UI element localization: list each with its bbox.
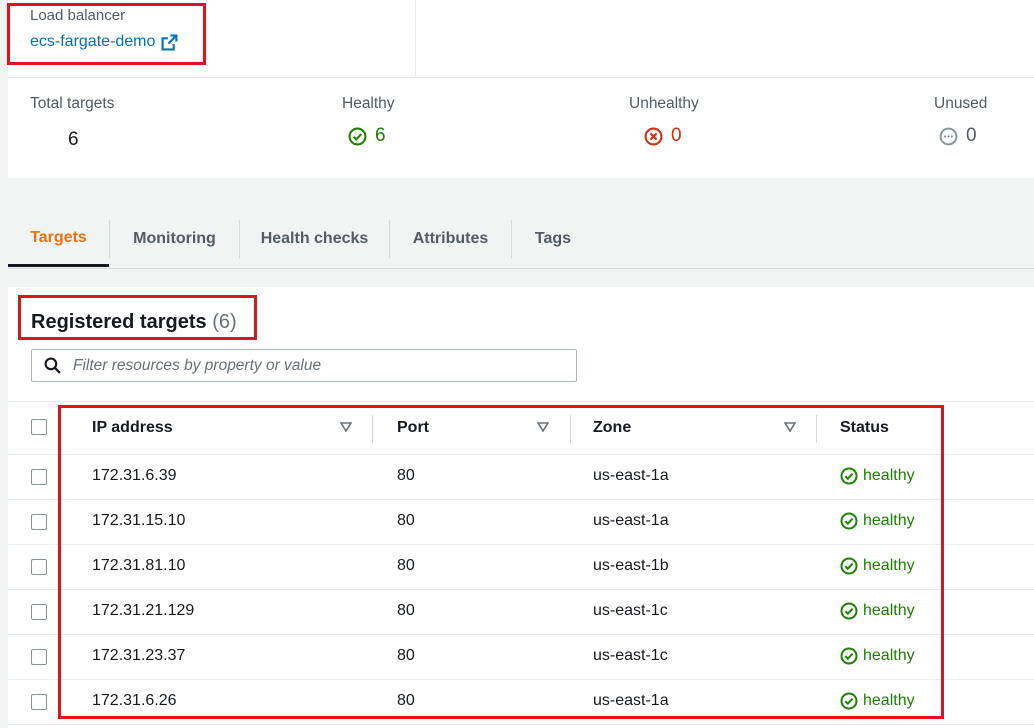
row-checkbox[interactable] [31,559,47,575]
unhealthy-label: Unhealthy [629,95,699,112]
row-checkbox[interactable] [31,694,47,710]
tab-monitoring[interactable]: Monitoring [110,212,239,266]
check-circle-icon [348,127,367,145]
highlight-registered-targets [18,295,257,340]
row-checkbox[interactable] [31,514,47,530]
tab-targets[interactable]: Targets [8,212,109,267]
tab-health-checks[interactable]: Health checks [240,212,389,266]
unhealthy-value: 0 [644,125,682,147]
select-all-checkbox[interactable] [31,419,47,435]
highlight-load-balancer [7,3,206,65]
x-circle-icon [644,127,663,145]
filter-box[interactable] [31,349,577,382]
filter-input[interactable] [71,355,555,376]
row-checkbox[interactable] [31,469,47,485]
total-targets-value: 6 [68,129,79,151]
unused-label: Unused [934,95,988,112]
healthy-count: 6 [375,125,386,146]
dots-circle-icon [939,127,958,145]
unhealthy-count: 0 [671,125,682,146]
healthy-value: 6 [348,125,386,147]
tab-bar: Targets Monitoring Health checks Attribu… [8,212,1034,269]
row-checkbox[interactable] [31,604,47,620]
healthy-label: Healthy [342,95,395,112]
summary-divider [8,77,1034,78]
highlight-targets-table [58,405,944,719]
unused-count: 0 [966,125,977,146]
tab-tags[interactable]: Tags [512,212,594,266]
tab-attributes[interactable]: Attributes [390,212,511,266]
total-targets-label: Total targets [30,95,115,112]
row-checkbox[interactable] [31,649,47,665]
search-icon [44,357,61,374]
total-targets-count: 6 [68,129,79,150]
unused-value: 0 [939,125,977,147]
